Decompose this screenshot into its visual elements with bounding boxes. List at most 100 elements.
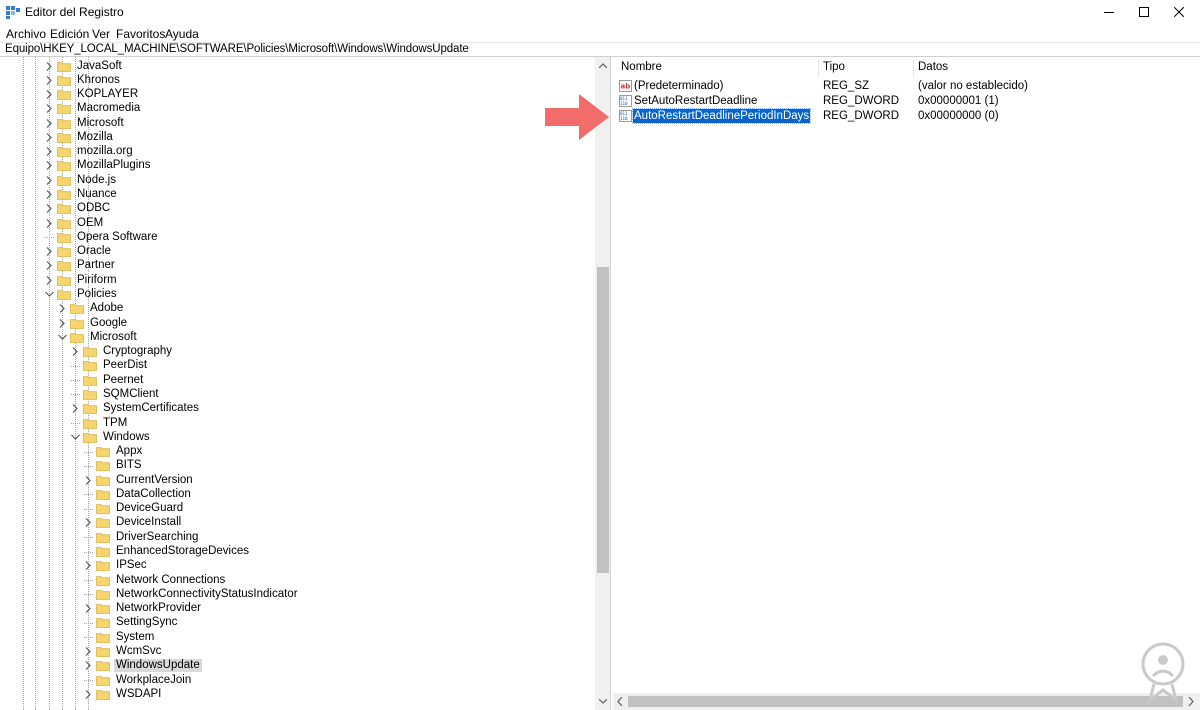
- tree-item[interactable]: Cryptography: [70, 345, 174, 359]
- tree-item[interactable]: DriverSearching: [83, 530, 200, 544]
- tree-item[interactable]: WorkplaceJoin: [83, 673, 193, 687]
- tree-item[interactable]: IPSec: [83, 559, 149, 573]
- tree-item[interactable]: DeviceInstall: [83, 516, 183, 530]
- chevron-right-icon[interactable]: [44, 161, 54, 171]
- tree-vertical-scrollbar[interactable]: [595, 57, 610, 710]
- scroll-left-arrow-icon[interactable]: [617, 697, 623, 706]
- chevron-right-icon[interactable]: [83, 646, 93, 656]
- tree-item[interactable]: EnhancedStorageDevices: [83, 545, 251, 559]
- chevron-right-icon[interactable]: [44, 190, 54, 200]
- list-scrollbar-thumb[interactable]: [628, 696, 1183, 707]
- value-name[interactable]: SetAutoRestartDeadline: [633, 94, 758, 108]
- tree-item[interactable]: ODBC: [44, 202, 112, 216]
- chevron-right-icon[interactable]: [44, 275, 54, 285]
- tree-item[interactable]: Node.js: [44, 173, 118, 187]
- tree-item[interactable]: Windows: [70, 430, 152, 444]
- list-horizontal-scrollbar[interactable]: [613, 693, 1200, 710]
- tree-item[interactable]: KOPLAYER: [44, 88, 140, 102]
- scroll-down-arrow-icon[interactable]: [595, 695, 610, 707]
- chevron-right-icon[interactable]: [44, 61, 54, 71]
- tree-item[interactable]: Policies: [44, 287, 119, 301]
- tree-item[interactable]: System: [83, 630, 156, 644]
- tree-item[interactable]: Network Connections: [83, 573, 227, 587]
- menu-ver[interactable]: Ver: [92, 27, 110, 41]
- address-path[interactable]: Equipo\HKEY_LOCAL_MACHINE\SOFTWARE\Polic…: [5, 43, 469, 55]
- close-button[interactable]: [1156, 0, 1200, 24]
- menu-archivo[interactable]: Archivo: [6, 27, 46, 41]
- chevron-right-icon[interactable]: [70, 347, 80, 357]
- chevron-right-icon[interactable]: [44, 204, 54, 214]
- value-row[interactable]: 011 110 AutoRestartDeadlinePeriodInDays …: [613, 108, 1200, 124]
- chevron-right-icon[interactable]: [57, 318, 67, 328]
- tree-item[interactable]: Mozilla: [44, 130, 115, 144]
- tree-item[interactable]: PeerDist: [70, 359, 149, 373]
- tree-item[interactable]: Microsoft: [57, 330, 139, 344]
- column-divider[interactable]: [818, 59, 819, 77]
- chevron-right-icon[interactable]: [70, 404, 80, 414]
- tree-item[interactable]: Peernet: [70, 373, 145, 387]
- chevron-right-icon[interactable]: [44, 261, 54, 271]
- address-bar[interactable]: Equipo\HKEY_LOCAL_MACHINE\SOFTWARE\Polic…: [0, 42, 1200, 57]
- tree-item[interactable]: OEM: [44, 216, 105, 230]
- tree-item[interactable]: Nuance: [44, 188, 119, 202]
- tree-item[interactable]: Microsoft: [44, 116, 126, 130]
- tree-scrollbar-thumb[interactable]: [597, 267, 609, 573]
- chevron-right-icon[interactable]: [44, 75, 54, 85]
- tree-item[interactable]: SettingSync: [83, 616, 179, 630]
- column-divider[interactable]: [913, 59, 914, 77]
- column-header-data[interactable]: Datos: [918, 61, 948, 73]
- tree-item[interactable]: NetworkConnectivityStatusIndicator: [83, 587, 300, 601]
- tree-item[interactable]: DataCollection: [83, 487, 193, 501]
- tree-item[interactable]: mozilla.org: [44, 145, 135, 159]
- tree-item[interactable]: BITS: [83, 459, 144, 473]
- chevron-right-icon[interactable]: [83, 475, 93, 485]
- chevron-right-icon[interactable]: [44, 90, 54, 100]
- tree-item[interactable]: MozillaPlugins: [44, 159, 153, 173]
- chevron-down-icon[interactable]: [44, 289, 54, 299]
- tree-item[interactable]: Piriform: [44, 273, 119, 287]
- value-row[interactable]: ab (Predeterminado) REG_SZ (valor no est…: [613, 79, 1200, 94]
- value-name[interactable]: (Predeterminado): [633, 79, 724, 93]
- tree-item[interactable]: Khronos: [44, 73, 122, 87]
- chevron-right-icon[interactable]: [44, 118, 54, 128]
- chevron-right-icon[interactable]: [44, 218, 54, 228]
- chevron-right-icon[interactable]: [44, 104, 54, 114]
- chevron-right-icon[interactable]: [44, 132, 54, 142]
- chevron-right-icon[interactable]: [83, 518, 93, 528]
- chevron-right-icon[interactable]: [83, 661, 93, 671]
- tree-item[interactable]: Appx: [83, 445, 144, 459]
- chevron-right-icon[interactable]: [83, 561, 93, 571]
- tree-item[interactable]: NetworkProvider: [83, 602, 203, 616]
- column-header-name[interactable]: Nombre: [621, 61, 662, 73]
- tree-item[interactable]: SQMClient: [70, 387, 161, 401]
- chevron-right-icon[interactable]: [83, 689, 93, 699]
- tree-item[interactable]: WindowsUpdate: [83, 659, 202, 673]
- tree-item[interactable]: TPM: [70, 416, 129, 430]
- chevron-down-icon[interactable]: [57, 332, 67, 342]
- tree-item[interactable]: JavaSoft: [44, 59, 124, 73]
- tree-item[interactable]: CurrentVersion: [83, 473, 195, 487]
- chevron-right-icon[interactable]: [83, 604, 93, 614]
- tree-item[interactable]: Adobe: [57, 302, 125, 316]
- tree-item[interactable]: WcmSvc: [83, 644, 163, 658]
- tree-item[interactable]: WSDAPI: [83, 687, 163, 701]
- tree-item[interactable]: SystemCertificates: [70, 402, 201, 416]
- menu-ayuda[interactable]: Ayuda: [165, 27, 199, 41]
- values-list-pane[interactable]: Nombre Tipo Datos ab (Predeterminado) RE…: [613, 57, 1200, 710]
- chevron-right-icon[interactable]: [44, 247, 54, 257]
- tree-item[interactable]: Oracle: [44, 245, 113, 259]
- tree-item[interactable]: Opera Software: [44, 230, 160, 244]
- value-row[interactable]: 011 110 SetAutoRestartDeadline REG_DWORD…: [613, 94, 1200, 109]
- tree-item[interactable]: Partner: [44, 259, 117, 273]
- tree-item[interactable]: Google: [57, 316, 129, 330]
- chevron-down-icon[interactable]: [70, 432, 80, 442]
- chevron-right-icon[interactable]: [44, 175, 54, 185]
- value-name-selected[interactable]: AutoRestartDeadlinePeriodInDays: [631, 108, 812, 124]
- menu-edicion[interactable]: Edición: [50, 27, 89, 41]
- chevron-right-icon[interactable]: [57, 304, 67, 314]
- menu-favoritos[interactable]: Favoritos: [116, 27, 165, 41]
- chevron-right-icon[interactable]: [44, 147, 54, 157]
- tree-item[interactable]: Macromedia: [44, 102, 142, 116]
- tree-item[interactable]: DeviceGuard: [83, 502, 185, 516]
- key-tree-pane[interactable]: JavaSoft Khronos KOPLAYER Macromedia Microso…: [0, 57, 611, 710]
